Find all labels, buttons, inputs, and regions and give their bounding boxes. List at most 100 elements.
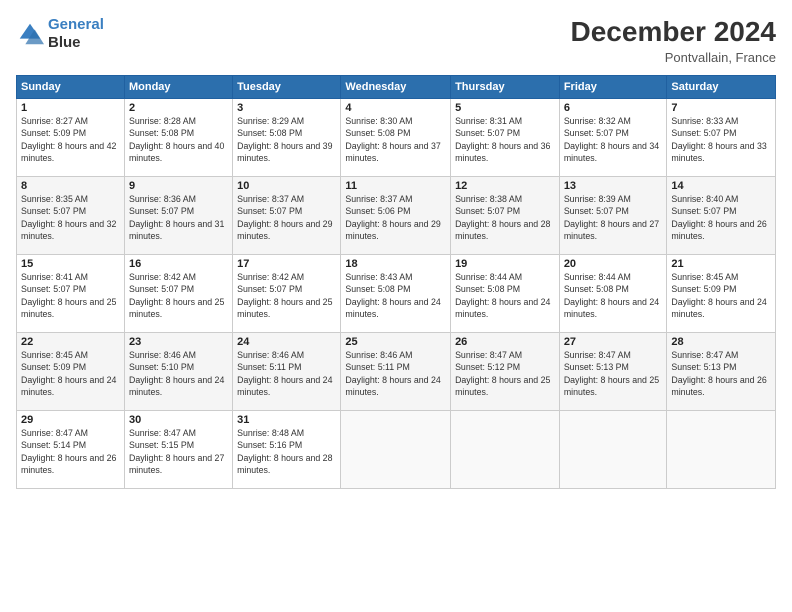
- day-info: Sunrise: 8:30 AMSunset: 5:08 PMDaylight:…: [345, 116, 440, 163]
- logo-icon: [16, 20, 44, 48]
- table-row: 24 Sunrise: 8:46 AMSunset: 5:11 PMDaylig…: [233, 333, 341, 411]
- day-info: Sunrise: 8:47 AMSunset: 5:15 PMDaylight:…: [129, 428, 224, 475]
- day-info: Sunrise: 8:46 AMSunset: 5:11 PMDaylight:…: [237, 350, 332, 397]
- day-number: 10: [237, 180, 336, 192]
- day-info: Sunrise: 8:47 AMSunset: 5:13 PMDaylight:…: [564, 350, 659, 397]
- table-row: 25 Sunrise: 8:46 AMSunset: 5:11 PMDaylig…: [341, 333, 451, 411]
- table-row: 15 Sunrise: 8:41 AMSunset: 5:07 PMDaylig…: [17, 255, 125, 333]
- day-info: Sunrise: 8:47 AMSunset: 5:13 PMDaylight:…: [671, 350, 766, 397]
- day-number: 26: [455, 336, 555, 348]
- day-number: 30: [129, 414, 228, 426]
- table-row: 23 Sunrise: 8:46 AMSunset: 5:10 PMDaylig…: [124, 333, 232, 411]
- col-saturday: Saturday: [667, 76, 776, 99]
- table-row: 27 Sunrise: 8:47 AMSunset: 5:13 PMDaylig…: [559, 333, 667, 411]
- table-row: 12 Sunrise: 8:38 AMSunset: 5:07 PMDaylig…: [451, 177, 560, 255]
- calendar-week-row: 15 Sunrise: 8:41 AMSunset: 5:07 PMDaylig…: [17, 255, 776, 333]
- day-info: Sunrise: 8:46 AMSunset: 5:11 PMDaylight:…: [345, 350, 440, 397]
- day-number: 15: [21, 258, 120, 270]
- page: General Blue December 2024 Pontvallain, …: [0, 0, 792, 612]
- table-row: 29 Sunrise: 8:47 AMSunset: 5:14 PMDaylig…: [17, 411, 125, 489]
- col-sunday: Sunday: [17, 76, 125, 99]
- day-number: 3: [237, 102, 336, 114]
- table-row: 19 Sunrise: 8:44 AMSunset: 5:08 PMDaylig…: [451, 255, 560, 333]
- table-row: [451, 411, 560, 489]
- table-row: 17 Sunrise: 8:42 AMSunset: 5:07 PMDaylig…: [233, 255, 341, 333]
- calendar-week-row: 22 Sunrise: 8:45 AMSunset: 5:09 PMDaylig…: [17, 333, 776, 411]
- day-info: Sunrise: 8:48 AMSunset: 5:16 PMDaylight:…: [237, 428, 332, 475]
- day-number: 12: [455, 180, 555, 192]
- day-info: Sunrise: 8:37 AMSunset: 5:06 PMDaylight:…: [345, 194, 440, 241]
- day-info: Sunrise: 8:28 AMSunset: 5:08 PMDaylight:…: [129, 116, 224, 163]
- calendar-week-row: 8 Sunrise: 8:35 AMSunset: 5:07 PMDayligh…: [17, 177, 776, 255]
- day-number: 20: [564, 258, 663, 270]
- day-info: Sunrise: 8:31 AMSunset: 5:07 PMDaylight:…: [455, 116, 550, 163]
- table-row: 20 Sunrise: 8:44 AMSunset: 5:08 PMDaylig…: [559, 255, 667, 333]
- day-number: 13: [564, 180, 663, 192]
- day-number: 29: [21, 414, 120, 426]
- calendar-week-row: 1 Sunrise: 8:27 AMSunset: 5:09 PMDayligh…: [17, 99, 776, 177]
- day-number: 28: [671, 336, 771, 348]
- table-row: [667, 411, 776, 489]
- main-title: December 2024: [571, 16, 776, 48]
- day-number: 6: [564, 102, 663, 114]
- table-row: 7 Sunrise: 8:33 AMSunset: 5:07 PMDayligh…: [667, 99, 776, 177]
- table-row: 4 Sunrise: 8:30 AMSunset: 5:08 PMDayligh…: [341, 99, 451, 177]
- table-row: 22 Sunrise: 8:45 AMSunset: 5:09 PMDaylig…: [17, 333, 125, 411]
- table-row: 31 Sunrise: 8:48 AMSunset: 5:16 PMDaylig…: [233, 411, 341, 489]
- day-info: Sunrise: 8:40 AMSunset: 5:07 PMDaylight:…: [671, 194, 766, 241]
- table-row: 16 Sunrise: 8:42 AMSunset: 5:07 PMDaylig…: [124, 255, 232, 333]
- day-number: 16: [129, 258, 228, 270]
- table-row: 26 Sunrise: 8:47 AMSunset: 5:12 PMDaylig…: [451, 333, 560, 411]
- day-info: Sunrise: 8:38 AMSunset: 5:07 PMDaylight:…: [455, 194, 550, 241]
- logo: General Blue: [16, 16, 104, 52]
- col-friday: Friday: [559, 76, 667, 99]
- col-thursday: Thursday: [451, 76, 560, 99]
- table-row: 1 Sunrise: 8:27 AMSunset: 5:09 PMDayligh…: [17, 99, 125, 177]
- calendar-header-row: Sunday Monday Tuesday Wednesday Thursday…: [17, 76, 776, 99]
- calendar-table: Sunday Monday Tuesday Wednesday Thursday…: [16, 75, 776, 489]
- day-number: 14: [671, 180, 771, 192]
- table-row: 10 Sunrise: 8:37 AMSunset: 5:07 PMDaylig…: [233, 177, 341, 255]
- day-info: Sunrise: 8:32 AMSunset: 5:07 PMDaylight:…: [564, 116, 659, 163]
- day-number: 5: [455, 102, 555, 114]
- day-number: 23: [129, 336, 228, 348]
- table-row: [559, 411, 667, 489]
- day-info: Sunrise: 8:42 AMSunset: 5:07 PMDaylight:…: [129, 272, 224, 319]
- col-tuesday: Tuesday: [233, 76, 341, 99]
- day-number: 1: [21, 102, 120, 114]
- logo-line1: General: [48, 16, 104, 33]
- title-block: December 2024 Pontvallain, France: [571, 16, 776, 65]
- table-row: 11 Sunrise: 8:37 AMSunset: 5:06 PMDaylig…: [341, 177, 451, 255]
- day-info: Sunrise: 8:47 AMSunset: 5:12 PMDaylight:…: [455, 350, 550, 397]
- day-number: 27: [564, 336, 663, 348]
- table-row: 18 Sunrise: 8:43 AMSunset: 5:08 PMDaylig…: [341, 255, 451, 333]
- table-row: 28 Sunrise: 8:47 AMSunset: 5:13 PMDaylig…: [667, 333, 776, 411]
- table-row: 3 Sunrise: 8:29 AMSunset: 5:08 PMDayligh…: [233, 99, 341, 177]
- day-number: 2: [129, 102, 228, 114]
- table-row: 13 Sunrise: 8:39 AMSunset: 5:07 PMDaylig…: [559, 177, 667, 255]
- table-row: 2 Sunrise: 8:28 AMSunset: 5:08 PMDayligh…: [124, 99, 232, 177]
- day-info: Sunrise: 8:44 AMSunset: 5:08 PMDaylight:…: [455, 272, 550, 319]
- day-info: Sunrise: 8:44 AMSunset: 5:08 PMDaylight:…: [564, 272, 659, 319]
- header: General Blue December 2024 Pontvallain, …: [16, 16, 776, 65]
- table-row: 14 Sunrise: 8:40 AMSunset: 5:07 PMDaylig…: [667, 177, 776, 255]
- table-row: 9 Sunrise: 8:36 AMSunset: 5:07 PMDayligh…: [124, 177, 232, 255]
- table-row: 21 Sunrise: 8:45 AMSunset: 5:09 PMDaylig…: [667, 255, 776, 333]
- day-number: 17: [237, 258, 336, 270]
- calendar-body: 1 Sunrise: 8:27 AMSunset: 5:09 PMDayligh…: [17, 99, 776, 489]
- table-row: [341, 411, 451, 489]
- day-info: Sunrise: 8:39 AMSunset: 5:07 PMDaylight:…: [564, 194, 659, 241]
- table-row: 8 Sunrise: 8:35 AMSunset: 5:07 PMDayligh…: [17, 177, 125, 255]
- day-info: Sunrise: 8:46 AMSunset: 5:10 PMDaylight:…: [129, 350, 224, 397]
- day-number: 18: [345, 258, 446, 270]
- table-row: 30 Sunrise: 8:47 AMSunset: 5:15 PMDaylig…: [124, 411, 232, 489]
- day-number: 25: [345, 336, 446, 348]
- col-monday: Monday: [124, 76, 232, 99]
- day-info: Sunrise: 8:42 AMSunset: 5:07 PMDaylight:…: [237, 272, 332, 319]
- day-info: Sunrise: 8:27 AMSunset: 5:09 PMDaylight:…: [21, 116, 116, 163]
- subtitle: Pontvallain, France: [571, 50, 776, 65]
- day-number: 8: [21, 180, 120, 192]
- day-info: Sunrise: 8:37 AMSunset: 5:07 PMDaylight:…: [237, 194, 332, 241]
- col-wednesday: Wednesday: [341, 76, 451, 99]
- logo-line2: Blue: [48, 34, 104, 52]
